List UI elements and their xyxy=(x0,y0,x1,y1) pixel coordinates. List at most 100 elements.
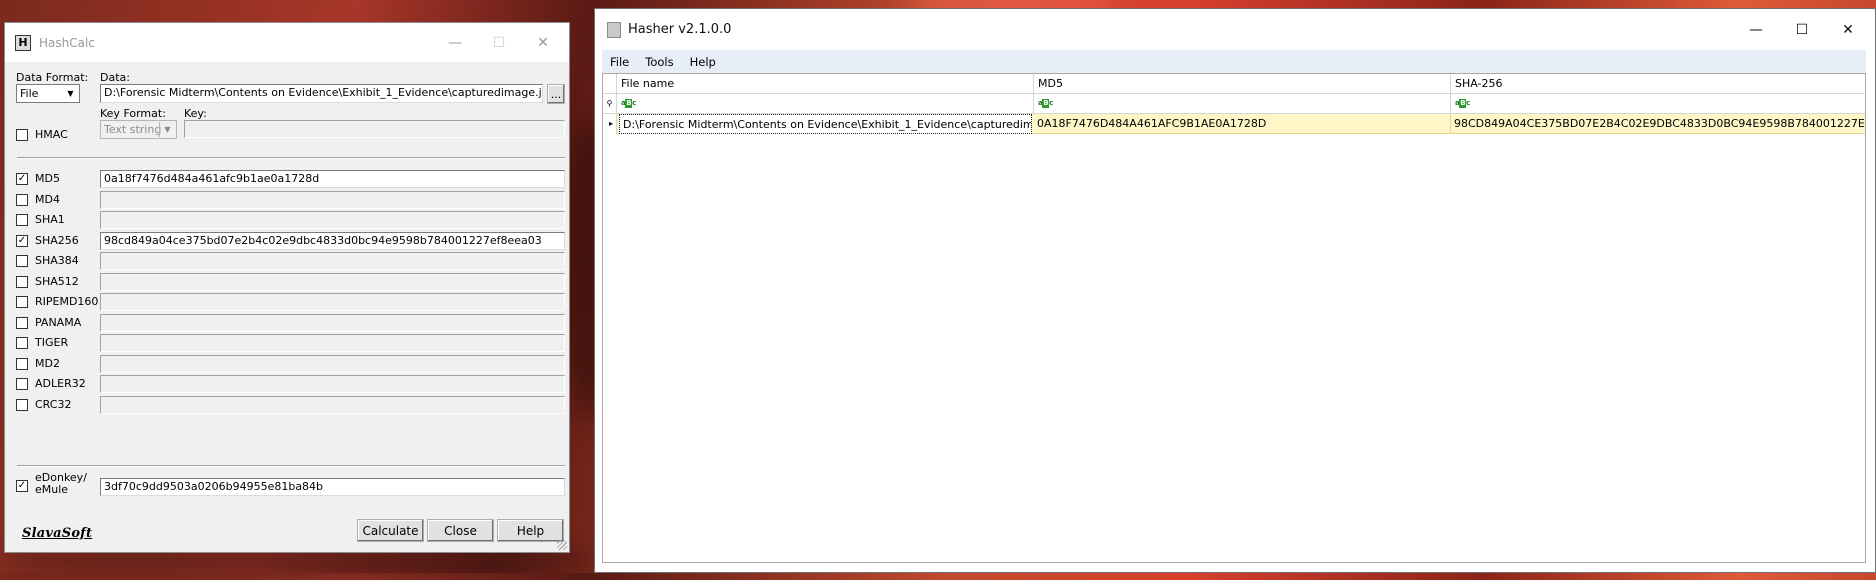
md5-checkbox[interactable]: ✓ xyxy=(16,173,28,185)
checkmark-icon: ✓ xyxy=(17,173,27,184)
md2-hash-field[interactable] xyxy=(100,355,565,373)
minimize-icon: — xyxy=(448,34,462,51)
cell-md5[interactable]: 0A18F7476D484A461AFC9B1AE0A1728D xyxy=(1034,114,1451,134)
data-format-value: File xyxy=(20,87,39,100)
key-label: Key: xyxy=(184,107,207,120)
edonkey-checkbox[interactable]: ✓ xyxy=(16,480,28,492)
hasher-titlebar[interactable]: Hasher v2.1.0.0 — ☐ ✕ xyxy=(595,9,1875,50)
panama-hash-field[interactable] xyxy=(100,314,565,332)
hasher-app-icon xyxy=(607,21,621,38)
filter-cell-file-name[interactable]: aBc xyxy=(617,94,1034,114)
ripemd160-hash-field[interactable] xyxy=(100,293,565,311)
data-format-label: Data Format: xyxy=(16,71,89,84)
abc-filter-icon: aBc xyxy=(621,99,636,108)
close-window-button[interactable]: ✕ xyxy=(1825,9,1871,50)
minimize-icon: — xyxy=(1749,21,1763,38)
hasher-window: Hasher v2.1.0.0 — ☐ ✕ File Tools Help Fi… xyxy=(594,8,1876,573)
filter-cell-sha256[interactable]: aBc xyxy=(1451,94,1865,114)
minimize-button[interactable]: — xyxy=(1733,9,1779,50)
panama-checkbox[interactable] xyxy=(16,317,28,329)
adler32-checkbox[interactable] xyxy=(16,378,28,390)
maximize-icon: ☐ xyxy=(1795,21,1809,38)
resize-grip-icon[interactable] xyxy=(557,540,567,550)
tiger-hash-field[interactable] xyxy=(100,334,565,352)
close-button[interactable]: Close xyxy=(427,519,494,542)
menu-help[interactable]: Help xyxy=(682,55,724,69)
sha256-label: SHA256 xyxy=(35,234,79,247)
hmac-checkbox[interactable] xyxy=(16,129,28,141)
filter-row-icon: ⚲ xyxy=(603,94,617,114)
key-format-value: Text string xyxy=(104,123,162,136)
md5-label: MD5 xyxy=(35,172,60,185)
calculate-button[interactable]: Calculate xyxy=(357,519,424,542)
sha384-checkbox[interactable] xyxy=(16,255,28,267)
column-header-file-name[interactable]: File name xyxy=(617,74,1034,94)
cell-sha256[interactable]: 98CD849A04CE375BD07E2B4C02E9DBC4833D0BC9… xyxy=(1451,114,1865,134)
column-header-sha256[interactable]: SHA-256 xyxy=(1451,74,1865,94)
menu-file[interactable]: File xyxy=(602,55,637,69)
edonkey-hash-field[interactable]: 3df70c9dd9503a0206b94955e81ba84b xyxy=(100,478,565,496)
sha384-hash-field[interactable] xyxy=(100,252,565,270)
panama-label: PANAMA xyxy=(35,316,82,329)
sha1-hash-field[interactable] xyxy=(100,211,565,229)
filter-cell-md5[interactable]: aBc xyxy=(1034,94,1451,114)
row-header-corner xyxy=(603,74,617,94)
tiger-label: TIGER xyxy=(35,336,69,349)
close-icon: ✕ xyxy=(537,34,549,51)
chevron-down-icon: ▼ xyxy=(159,122,175,137)
data-input[interactable]: D:\Forensic Midterm\Contents on Evidence… xyxy=(100,84,543,103)
edonkey-label: eDonkey/eMule xyxy=(35,471,87,496)
hasher-title: Hasher v2.1.0.0 xyxy=(628,22,732,37)
sha256-checkbox[interactable]: ✓ xyxy=(16,235,28,247)
sha1-checkbox[interactable] xyxy=(16,214,28,226)
abc-filter-icon: aBc xyxy=(1038,99,1053,108)
crc32-label: CRC32 xyxy=(35,398,72,411)
key-input xyxy=(184,120,565,138)
md5-hash-field[interactable]: 0a18f7476d484a461afc9b1ae0a1728d xyxy=(100,170,565,188)
crc32-hash-field[interactable] xyxy=(100,396,565,414)
cell-file-name[interactable]: D:\Forensic Midterm\Contents on Evidence… xyxy=(619,114,1032,134)
minimize-button[interactable]: — xyxy=(433,23,477,62)
table-row[interactable]: ▸ D:\Forensic Midterm\Contents on Eviden… xyxy=(603,114,1865,134)
hash-grid: File name MD5 SHA-256 ⚲ aBc aBc aBc ▸ D:… xyxy=(602,73,1866,563)
help-button[interactable]: Help xyxy=(497,519,564,542)
data-label: Data: xyxy=(100,71,130,84)
maximize-button[interactable]: ☐ xyxy=(1779,9,1825,50)
md2-checkbox[interactable] xyxy=(16,358,28,370)
checkmark-icon: ✓ xyxy=(17,235,27,246)
menu-tools[interactable]: Tools xyxy=(637,55,681,69)
maximize-button: ☐ xyxy=(477,23,521,62)
data-format-select[interactable]: File ▼ xyxy=(16,84,80,103)
divider xyxy=(17,465,565,467)
chevron-down-icon: ▼ xyxy=(67,89,74,98)
slavasoft-logo[interactable]: SlavaSoft xyxy=(22,526,92,541)
checkmark-icon: ✓ xyxy=(17,480,27,491)
hashcalc-app-icon: H xyxy=(15,34,31,51)
column-header-md5[interactable]: MD5 xyxy=(1034,74,1451,94)
browse-button[interactable]: ... xyxy=(547,84,565,104)
sha256-hash-field[interactable]: 98cd849a04ce375bd07e2b4c02e9dbc4833d0bc9… xyxy=(100,232,565,250)
md4-checkbox[interactable] xyxy=(16,194,28,206)
ripemd160-checkbox[interactable] xyxy=(16,296,28,308)
hashcalc-window: H HashCalc — ☐ ✕ Data Format: File ▼ Dat… xyxy=(4,22,570,553)
sha384-label: SHA384 xyxy=(35,254,79,267)
menu-bar: File Tools Help xyxy=(602,50,1866,73)
sha512-checkbox[interactable] xyxy=(16,276,28,288)
hashcalc-title: HashCalc xyxy=(39,35,95,50)
ripemd160-label: RIPEMD160 xyxy=(35,295,99,308)
hmac-label: HMAC xyxy=(35,128,68,141)
crc32-checkbox[interactable] xyxy=(16,399,28,411)
md4-hash-field[interactable] xyxy=(100,191,565,209)
maximize-icon: ☐ xyxy=(492,34,506,51)
sha512-hash-field[interactable] xyxy=(100,273,565,291)
close-window-button[interactable]: ✕ xyxy=(521,23,565,62)
tiger-checkbox[interactable] xyxy=(16,337,28,349)
close-icon: ✕ xyxy=(1842,21,1854,38)
row-selector-icon: ▸ xyxy=(603,114,617,134)
adler32-hash-field[interactable] xyxy=(100,375,565,393)
md4-label: MD4 xyxy=(35,193,60,206)
abc-filter-icon: aBc xyxy=(1455,99,1470,108)
sha512-label: SHA512 xyxy=(35,275,79,288)
key-format-select: Text string ▼ xyxy=(100,120,177,139)
hashcalc-titlebar[interactable]: H HashCalc — ☐ ✕ xyxy=(5,23,569,62)
